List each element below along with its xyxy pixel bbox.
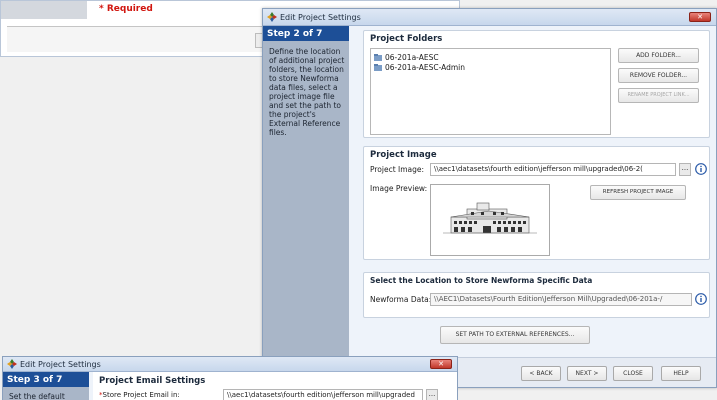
newforma-data-path-field[interactable]: \\AEC1\Datasets\Fourth Edition\Jefferson… (430, 293, 692, 306)
set-path-external-references-button[interactable]: SET PATH TO EXTERNAL REFERENCES... (440, 326, 590, 344)
project-folders-group: Project Folders 06-201a-AESC 06-201a-AES… (363, 30, 710, 138)
data-location-title: Select the Location to Store Newforma Sp… (370, 276, 593, 285)
building-preview-image (431, 185, 549, 255)
close-window-button[interactable]: ✕ (430, 359, 452, 369)
email-settings-title: Project Email Settings (99, 376, 206, 386)
folder-list-item[interactable]: 06-201a-AESC-Admin (371, 62, 610, 72)
email-store-path-field[interactable]: \\aec1\datasets\fourth edition\jefferson… (223, 389, 423, 400)
refresh-project-image-button[interactable]: REFRESH PROJECT IMAGE (590, 185, 686, 200)
dialog-titlebar: Edit Project Settings ✕ (263, 9, 716, 26)
info-icon[interactable] (695, 163, 707, 175)
project-image-group: Project Image Project Image: \\aec1\data… (363, 146, 710, 260)
newforma-logo-icon (267, 12, 277, 22)
dialog2-content: Project Email Settings *Store Project Em… (93, 372, 457, 400)
image-preview (430, 184, 550, 256)
linked-folder-icon (374, 63, 382, 71)
folder-name: 06-201a-AESC-Admin (385, 62, 466, 72)
image-preview-label: Image Preview: (370, 184, 428, 193)
dialog-title: Edit Project Settings (280, 12, 361, 22)
edit-project-settings-dialog: Edit Project Settings ✕ Step 2 of 7 Defi… (262, 8, 717, 388)
browse-image-button[interactable]: ... (679, 163, 691, 176)
folder-name: 06-201a-AESC (385, 52, 439, 62)
newforma-data-label: Newforma Data: (370, 295, 432, 304)
browse-email-button[interactable]: ... (426, 389, 438, 400)
close-button[interactable]: CLOSE (613, 366, 653, 381)
dialog2-titlebar: Edit Project Settings ✕ (3, 357, 457, 372)
linked-folder-icon (374, 53, 382, 61)
next-button[interactable]: NEXT > (567, 366, 607, 381)
help-button[interactable]: HELP (661, 366, 701, 381)
rename-project-link-button[interactable]: RENAME PROJECT LINK... (618, 88, 699, 103)
dialog2-title: Edit Project Settings (20, 359, 101, 369)
wizard-sidebar: Step 3 of 7 Set the default (3, 372, 89, 400)
edit-project-settings-dialog-step3: Edit Project Settings ✕ Step 3 of 7 Set … (2, 356, 458, 400)
project-folders-title: Project Folders (370, 34, 443, 44)
info-icon[interactable] (695, 293, 707, 305)
project-image-title: Project Image (370, 150, 437, 160)
background-sidebar (1, 1, 87, 19)
email-store-label: *Store Project Email in: (99, 391, 180, 399)
step-indicator: Step 3 of 7 (3, 372, 89, 387)
back-button[interactable]: < BACK (521, 366, 561, 381)
wizard-sidebar: Step 2 of 7 Define the location of addit… (263, 26, 349, 387)
project-image-path-field[interactable]: \\aec1\datasets\fourth edition\jefferson… (430, 163, 676, 176)
remove-folder-button[interactable]: REMOVE FOLDER... (618, 68, 699, 83)
required-note: * Required (99, 4, 153, 14)
folder-list-item[interactable]: 06-201a-AESC (371, 52, 610, 62)
step-description: Set the default (9, 392, 65, 400)
dialog-content: Project Folders 06-201a-AESC 06-201a-AES… (353, 26, 716, 387)
step-indicator: Step 2 of 7 (263, 26, 349, 41)
project-image-label: Project Image: (370, 165, 425, 174)
step-description: Define the location of additional projec… (269, 47, 345, 137)
newforma-logo-icon (7, 359, 17, 369)
add-folder-button[interactable]: ADD FOLDER... (618, 48, 699, 63)
folder-list[interactable]: 06-201a-AESC 06-201a-AESC-Admin (370, 48, 611, 135)
data-location-group: Select the Location to Store Newforma Sp… (363, 272, 710, 318)
close-window-button[interactable]: ✕ (689, 12, 711, 22)
